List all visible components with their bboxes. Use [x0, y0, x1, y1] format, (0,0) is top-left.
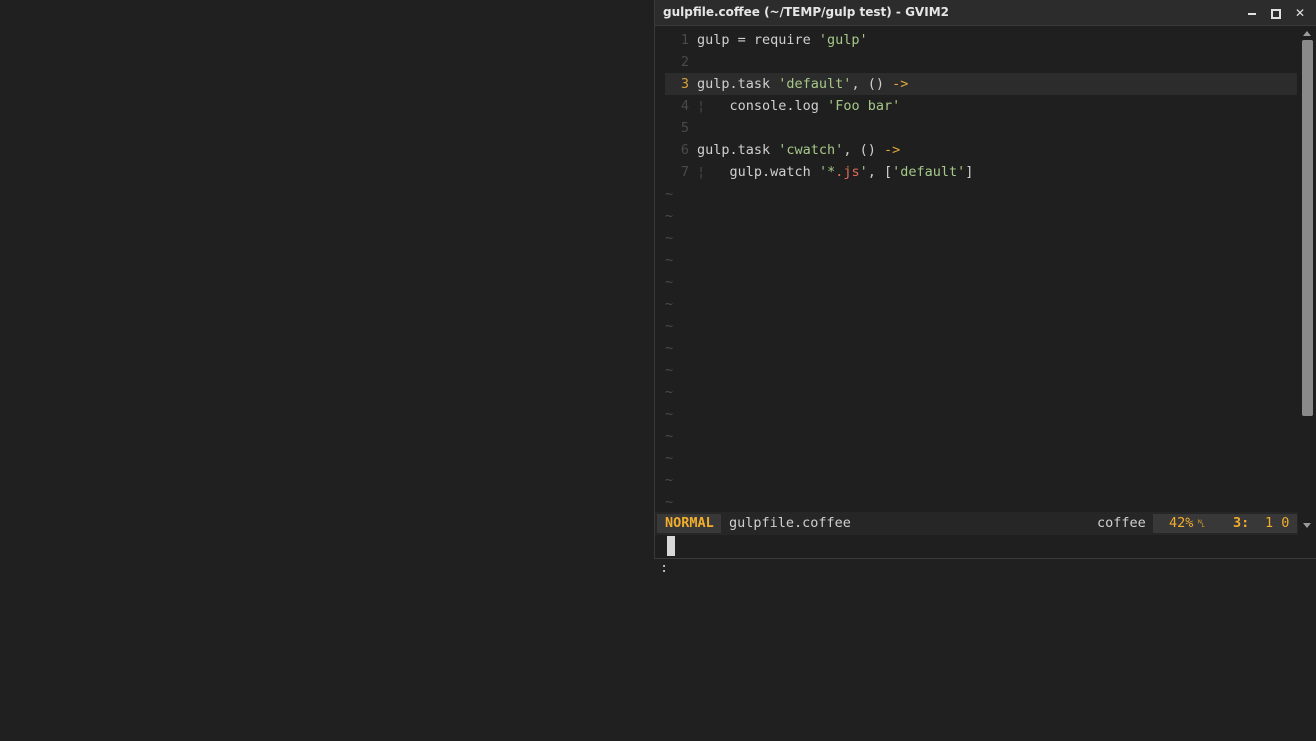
code-token: gulp.watch: [705, 164, 819, 180]
tilde-marker: ~: [665, 428, 674, 444]
close-icon: ✕: [1294, 6, 1306, 20]
empty-buffer-line: ~: [665, 381, 1297, 403]
line-number: 3: [680, 76, 689, 92]
empty-buffer-line: ~: [665, 359, 1297, 381]
tilde-marker: ~: [665, 406, 674, 422]
empty-buffer-line: ~: [665, 315, 1297, 337]
empty-buffer-line: ~: [665, 337, 1297, 359]
empty-buffer-line: ~: [665, 447, 1297, 469]
empty-buffer-line: ~: [665, 491, 1297, 506]
code-line[interactable]: 2: [665, 51, 1297, 73]
code-token: 'Foo bar': [827, 98, 901, 114]
code-token: 'default': [892, 164, 966, 180]
maximize-icon: [1271, 8, 1281, 19]
tilde-marker: ~: [665, 472, 674, 488]
status-filetype: coffee: [1097, 515, 1146, 531]
code-token: 'default': [778, 76, 852, 92]
empty-buffer-line: ~: [665, 183, 1297, 205]
code-token: gulp.task: [697, 142, 779, 158]
window-title: gulpfile.coffee (~/TEMP/gulp test) - GVI…: [663, 5, 949, 19]
indent-guide: ¦: [697, 164, 706, 180]
code-token: ': [859, 164, 868, 180]
minimize-icon: [1248, 12, 1256, 15]
tilde-marker: ~: [665, 318, 674, 334]
close-button[interactable]: ✕: [1290, 3, 1310, 23]
status-line: NORMAL gulpfile.coffee coffee 42% ␤ 3: 1…: [655, 512, 1298, 535]
code-line[interactable]: 1 gulp = require 'gulp': [665, 29, 1297, 51]
code-token: ]: [965, 164, 974, 180]
tilde-marker: ~: [665, 186, 674, 202]
code-token: '*: [818, 164, 836, 180]
code-token: console.log: [705, 98, 828, 114]
empty-buffer-line: ~: [665, 293, 1297, 315]
scroll-thumb[interactable]: [1302, 40, 1313, 416]
code-line[interactable]: 6 gulp.task 'cwatch', () ->: [665, 139, 1297, 161]
mode-indicator: NORMAL: [657, 514, 721, 533]
code-token: 'cwatch': [778, 142, 844, 158]
tilde-marker: ~: [665, 230, 674, 246]
code-line[interactable]: 5: [665, 117, 1297, 139]
line-number: 1: [680, 32, 689, 48]
code-token: ->: [883, 142, 901, 158]
empty-buffer-line: ~: [665, 469, 1297, 491]
line-number: 5: [680, 120, 689, 136]
empty-buffer-line: ~: [665, 403, 1297, 425]
code-line[interactable]: 4 ¦ console.log 'Foo bar': [665, 95, 1297, 117]
status-filename: gulpfile.coffee: [729, 515, 851, 531]
tilde-marker: ~: [665, 450, 674, 466]
status-percent: 42%: [1169, 515, 1194, 531]
code-token: ->: [892, 76, 909, 92]
status-position: 42% ␤ 3: 1 0: [1153, 514, 1297, 533]
line-number: 4: [680, 98, 689, 114]
title-bar[interactable]: gulpfile.coffee (~/TEMP/gulp test) - GVI…: [655, 0, 1316, 26]
tilde-marker: ~: [665, 208, 674, 224]
line-number: 6: [680, 142, 689, 158]
empty-buffer-line: ~: [665, 205, 1297, 227]
empty-buffer-line: ~: [665, 227, 1297, 249]
scroll-up-icon[interactable]: [1303, 31, 1311, 36]
text-cursor: [667, 536, 675, 556]
text-editor-area[interactable]: 1 gulp = require 'gulp' 2 3 gulp.task 'defau…: [655, 26, 1298, 506]
indent-guide: ¦: [697, 98, 706, 114]
minimize-button[interactable]: [1242, 3, 1262, 23]
line-number: 2: [680, 54, 689, 70]
tilde-marker: ~: [665, 494, 674, 506]
line-number: 7: [680, 164, 689, 180]
command-prompt: :: [660, 560, 669, 576]
status-line-number: 3:: [1233, 515, 1250, 531]
code-token: gulp = require: [697, 32, 819, 48]
code-token: .js: [835, 164, 860, 180]
status-column: 1 0: [1265, 515, 1290, 531]
empty-buffer-line: ~: [665, 271, 1297, 293]
maximize-button[interactable]: [1266, 3, 1286, 23]
scroll-down-icon[interactable]: [1303, 523, 1311, 528]
tilde-marker: ~: [665, 252, 674, 268]
command-line[interactable]: :: [655, 535, 1298, 576]
tilde-marker: ~: [665, 274, 674, 290]
code-token: , (): [843, 142, 884, 158]
tilde-marker: ~: [665, 362, 674, 378]
code-token: gulp.task: [697, 76, 779, 92]
tilde-marker: ~: [665, 340, 674, 356]
tilde-marker: ~: [665, 384, 674, 400]
vertical-scrollbar[interactable]: [1299, 26, 1316, 534]
code-token: 'gulp': [818, 32, 868, 48]
code-line[interactable]: 7 ¦ gulp.watch '*.js', ['default']: [665, 161, 1297, 183]
gvim-window: gulpfile.coffee (~/TEMP/gulp test) - GVI…: [654, 0, 1316, 576]
empty-buffer-line: ~: [665, 425, 1297, 447]
empty-buffer-line: ~: [665, 249, 1297, 271]
code-line[interactable]: 3 gulp.task 'default', () ->: [665, 73, 1297, 95]
line-number-icon: ␤: [1197, 517, 1206, 530]
code-token: , (): [851, 76, 893, 92]
code-token: , [: [867, 164, 893, 180]
tilde-marker: ~: [665, 296, 674, 312]
